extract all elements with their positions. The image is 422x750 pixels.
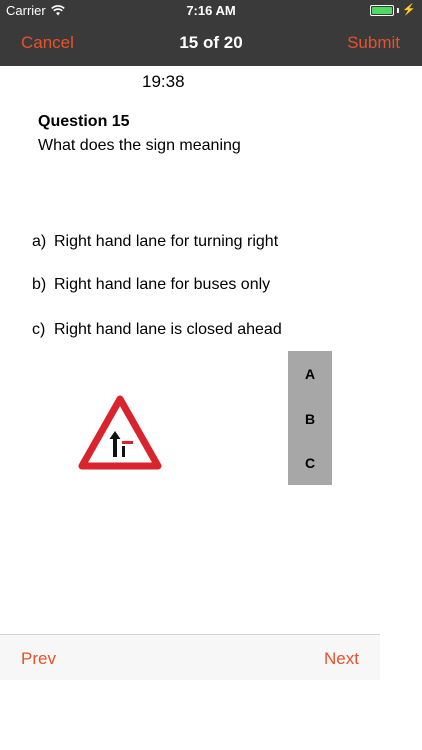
option-letter: b) — [32, 276, 47, 293]
option-letter: a) — [32, 233, 47, 250]
nav-bar: Cancel 15 of 20 Submit — [0, 22, 422, 66]
status-right: ⚡ — [370, 5, 416, 16]
answer-b-button[interactable]: B — [288, 404, 332, 434]
option-text: Right hand lane is closed ahead — [54, 321, 282, 338]
battery-tip — [397, 8, 400, 13]
option-b[interactable]: b) Right hand lane for buses only — [32, 276, 270, 294]
status-bar: Carrier 7:16 AM ⚡ — [0, 0, 422, 22]
question-text: What does the sign meaning — [38, 137, 241, 154]
prev-button[interactable]: Prev — [21, 649, 56, 669]
charging-icon: ⚡ — [402, 4, 416, 16]
option-text: Right hand lane for buses only — [54, 276, 271, 293]
status-time: 7:16 AM — [186, 3, 236, 18]
countdown-timer: 19:38 — [142, 72, 185, 91]
next-button[interactable]: Next — [324, 649, 359, 669]
question-title: Question 15 — [38, 113, 130, 130]
road-sign-icon — [78, 395, 162, 470]
answer-a-button[interactable]: A — [288, 359, 332, 389]
option-a[interactable]: a) Right hand lane for turning right — [32, 233, 278, 251]
option-c[interactable]: c) Right hand lane is closed ahead — [32, 321, 282, 339]
option-letter: c) — [32, 321, 46, 338]
submit-button[interactable]: Submit — [347, 33, 400, 53]
footer-toolbar: Prev Next — [0, 634, 380, 680]
option-text: Right hand lane for turning right — [54, 233, 279, 250]
answer-selector: A B C — [288, 351, 332, 485]
answer-c-button[interactable]: C — [288, 448, 332, 478]
battery-icon — [370, 5, 395, 16]
